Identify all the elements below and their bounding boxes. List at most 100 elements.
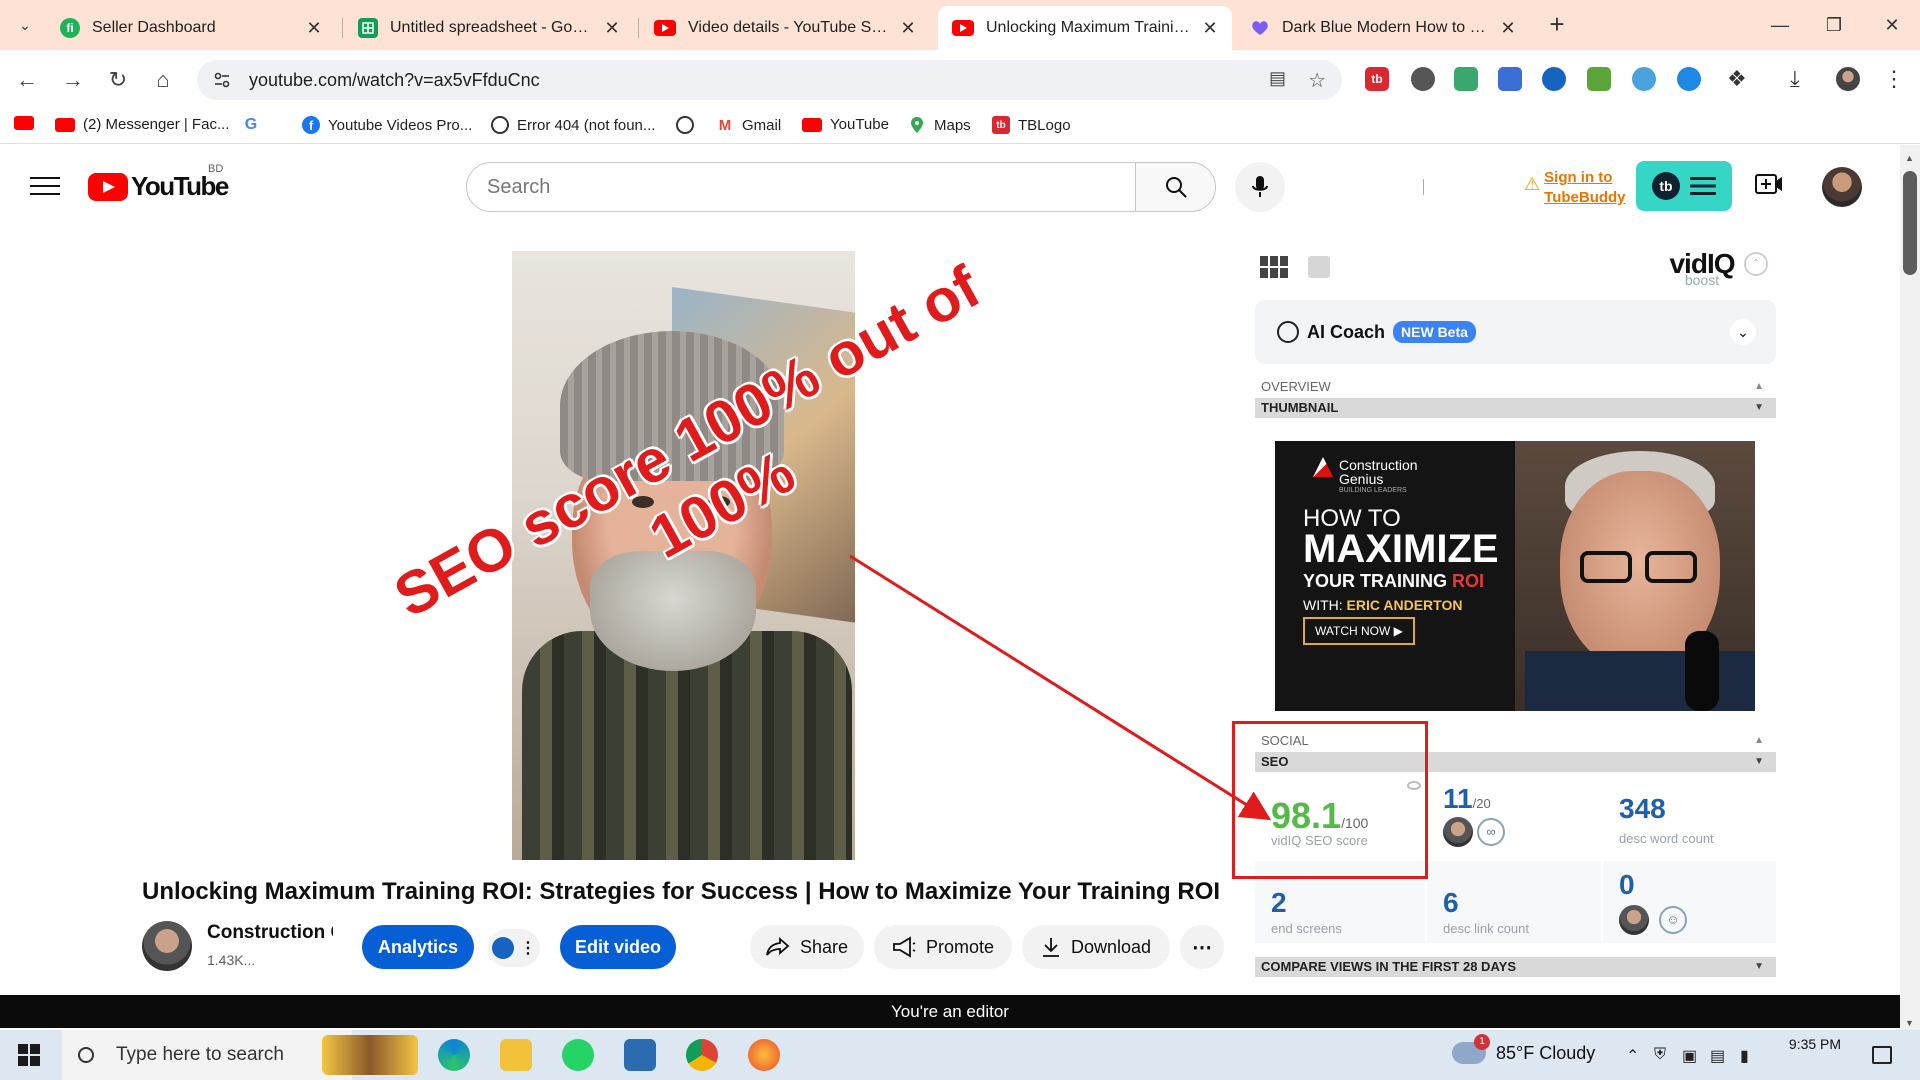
taskbar-search-input[interactable]: Type here to search [62, 1030, 352, 1080]
tab-seller-dashboard[interactable]: fi Seller Dashboard ✕ [46, 6, 336, 50]
bookmark-youtube-videos[interactable]: f Youtube Videos Pro... [302, 116, 472, 134]
close-icon[interactable]: ✕ [1200, 18, 1220, 39]
voice-search-button[interactable] [1235, 162, 1285, 212]
scrollbar-thumb[interactable] [1903, 171, 1917, 275]
bookmark-error-404[interactable]: Error 404 (not foun... [491, 116, 655, 134]
tab-current-video[interactable]: Unlocking Maximum Training ROI ✕ [938, 6, 1232, 50]
promote-button[interactable]: Promote [874, 925, 1012, 969]
channel-avatar[interactable] [142, 921, 192, 971]
thumb-cta: WATCH NOW ▶ [1303, 617, 1415, 645]
bar-chart-icon[interactable] [1308, 256, 1330, 278]
chevron-down-icon[interactable]: ⌄ [1730, 319, 1756, 345]
home-button[interactable]: ⌂ [148, 65, 178, 95]
firefox-icon[interactable] [748, 1039, 780, 1071]
back-button[interactable]: ← [12, 65, 42, 95]
minimize-button[interactable]: — [1760, 10, 1800, 40]
youtube-logo[interactable]: YouTube BD [88, 163, 229, 202]
download-button[interactable]: Download [1022, 925, 1170, 969]
translate-icon[interactable] [1498, 67, 1522, 91]
restore-button[interactable]: ❐ [1814, 10, 1854, 40]
profile-avatar[interactable] [1836, 67, 1860, 91]
tab-spreadsheet[interactable]: Untitled spreadsheet - Google Sheets ✕ [344, 6, 634, 50]
extension-icon[interactable] [1454, 67, 1478, 91]
close-icon[interactable]: ✕ [1498, 18, 1518, 39]
editor-status-banner: You're an editor [0, 995, 1900, 1028]
desc-link-count-cell[interactable]: 6 desc link count [1427, 861, 1601, 943]
grid-icon[interactable] [1260, 256, 1288, 278]
puzzle-icon[interactable]: ❖ [1727, 67, 1751, 91]
search-input[interactable]: Search [466, 162, 1136, 212]
page-scrollbar[interactable]: ▲ ▼ [1900, 145, 1920, 1030]
chevron-up-icon[interactable]: ˆ [1744, 252, 1768, 276]
share-button[interactable]: Share [750, 925, 864, 969]
scroll-up-arrow-icon[interactable]: ▲ [1905, 153, 1914, 163]
mail-icon[interactable] [624, 1039, 656, 1071]
camera-icon[interactable]: ▣ [1682, 1046, 1697, 1066]
security-icon[interactable]: ⛨ [1654, 1046, 1666, 1064]
notifications-icon[interactable] [1872, 1046, 1892, 1064]
bookmark-youtube[interactable]: YouTube [802, 116, 889, 133]
close-icon[interactable]: ✕ [602, 18, 622, 39]
edge-icon[interactable] [438, 1039, 470, 1071]
close-icon[interactable]: ✕ [304, 18, 324, 39]
weather-widget[interactable]: 1 85°F Cloudy [1452, 1034, 1595, 1064]
vidiq-extension-icon[interactable] [1677, 67, 1701, 91]
new-tab-button[interactable]: + [1544, 11, 1570, 38]
hamburger-menu-icon[interactable] [30, 171, 60, 199]
clock[interactable]: 9:35 PM [1770, 1036, 1860, 1052]
ai-coach-panel[interactable]: AI Coach NEW Beta ⌄ [1255, 300, 1776, 364]
screen: ⌄ fi Seller Dashboard ✕ Untitled spreads… [0, 0, 1920, 1080]
install-app-icon[interactable]: ▤ [1269, 68, 1286, 93]
tags-count-cell[interactable]: 11/20 ∞ [1427, 775, 1601, 857]
tubebuddy-extension-icon[interactable]: tb [1365, 67, 1389, 91]
bookmark-tblogo[interactable]: tb TBLogo [992, 116, 1071, 134]
bookmark-google[interactable]: G [242, 116, 268, 134]
windows-start-icon[interactable] [18, 1044, 40, 1066]
forward-button[interactable]: → [58, 65, 88, 95]
bookmark-gmail[interactable]: M Gmail [716, 116, 781, 134]
close-icon[interactable]: ✕ [898, 18, 918, 39]
overview-section-header[interactable]: OVERVIEW ▲ [1255, 377, 1776, 397]
bookmark-messenger[interactable]: (2) Messenger | Fac... [55, 116, 229, 133]
close-window-button[interactable]: ✕ [1872, 10, 1912, 40]
tubebuddy-video-menu[interactable]: ⋮ [488, 929, 540, 967]
download-label: Download [1070, 936, 1152, 957]
star-icon[interactable]: ☆ [1308, 68, 1326, 93]
site-info-icon[interactable] [209, 67, 235, 93]
whatsapp-icon[interactable] [562, 1039, 594, 1071]
bookmark-youtube-shortcut[interactable] [14, 116, 42, 130]
create-video-icon[interactable] [1754, 171, 1784, 201]
search-highlight-image[interactable] [322, 1035, 418, 1075]
file-explorer-icon[interactable] [500, 1039, 532, 1071]
desc-word-count-cell[interactable]: 348 desc word count [1603, 775, 1776, 857]
tubebuddy-menu-button[interactable]: tb [1636, 161, 1732, 211]
compare-views-section-header[interactable]: COMPARE VIEWS IN THE FIRST 28 DAYS ▼ [1255, 957, 1776, 977]
edit-video-button[interactable]: Edit video [560, 925, 676, 969]
downloads-icon[interactable]: ⤓ [1790, 67, 1814, 91]
battery-icon[interactable]: ▮ [1740, 1046, 1749, 1066]
kebab-menu-icon[interactable]: ⋮ [1882, 67, 1906, 91]
bookmark-maps[interactable]: Maps [908, 116, 971, 134]
download-extension-icon[interactable] [1587, 67, 1611, 91]
extension-icon[interactable] [1411, 67, 1435, 91]
tab-youtube-studio[interactable]: Video details - YouTube Studio ✕ [640, 6, 930, 50]
analytics-button[interactable]: Analytics [362, 925, 474, 969]
account-avatar[interactable] [1822, 167, 1862, 207]
tab-canva[interactable]: Dark Blue Modern How to Become ✕ [1236, 6, 1530, 50]
bookmark-globe[interactable] [676, 116, 702, 134]
extension-icon[interactable] [1542, 67, 1566, 91]
thumbnail-section-header[interactable]: THUMBNAIL ▼ [1255, 398, 1776, 418]
chevron-up-icon[interactable]: ⌃ [1626, 1046, 1639, 1066]
tubebuddy-sign-in-link[interactable]: ⚠ Sign in to TubeBuddy [1524, 168, 1626, 208]
channel-name[interactable]: Construction Genius [207, 922, 333, 944]
reload-button[interactable]: ↻ [103, 65, 133, 95]
extension-icon[interactable] [1632, 67, 1656, 91]
chrome-icon[interactable] [686, 1039, 718, 1071]
address-bar[interactable]: youtube.com/watch?v=ax5vFfduCnc ▤ ☆ [197, 60, 1342, 100]
search-button[interactable] [1136, 162, 1216, 212]
network-icon[interactable]: ▤ [1710, 1046, 1725, 1066]
more-actions-button[interactable]: ⋯ [1180, 925, 1224, 969]
cards-count-cell[interactable]: 0 ☺ [1603, 861, 1776, 943]
tab-search-button[interactable]: ⌄ [12, 12, 38, 38]
scroll-down-arrow-icon[interactable]: ▼ [1905, 1018, 1914, 1028]
